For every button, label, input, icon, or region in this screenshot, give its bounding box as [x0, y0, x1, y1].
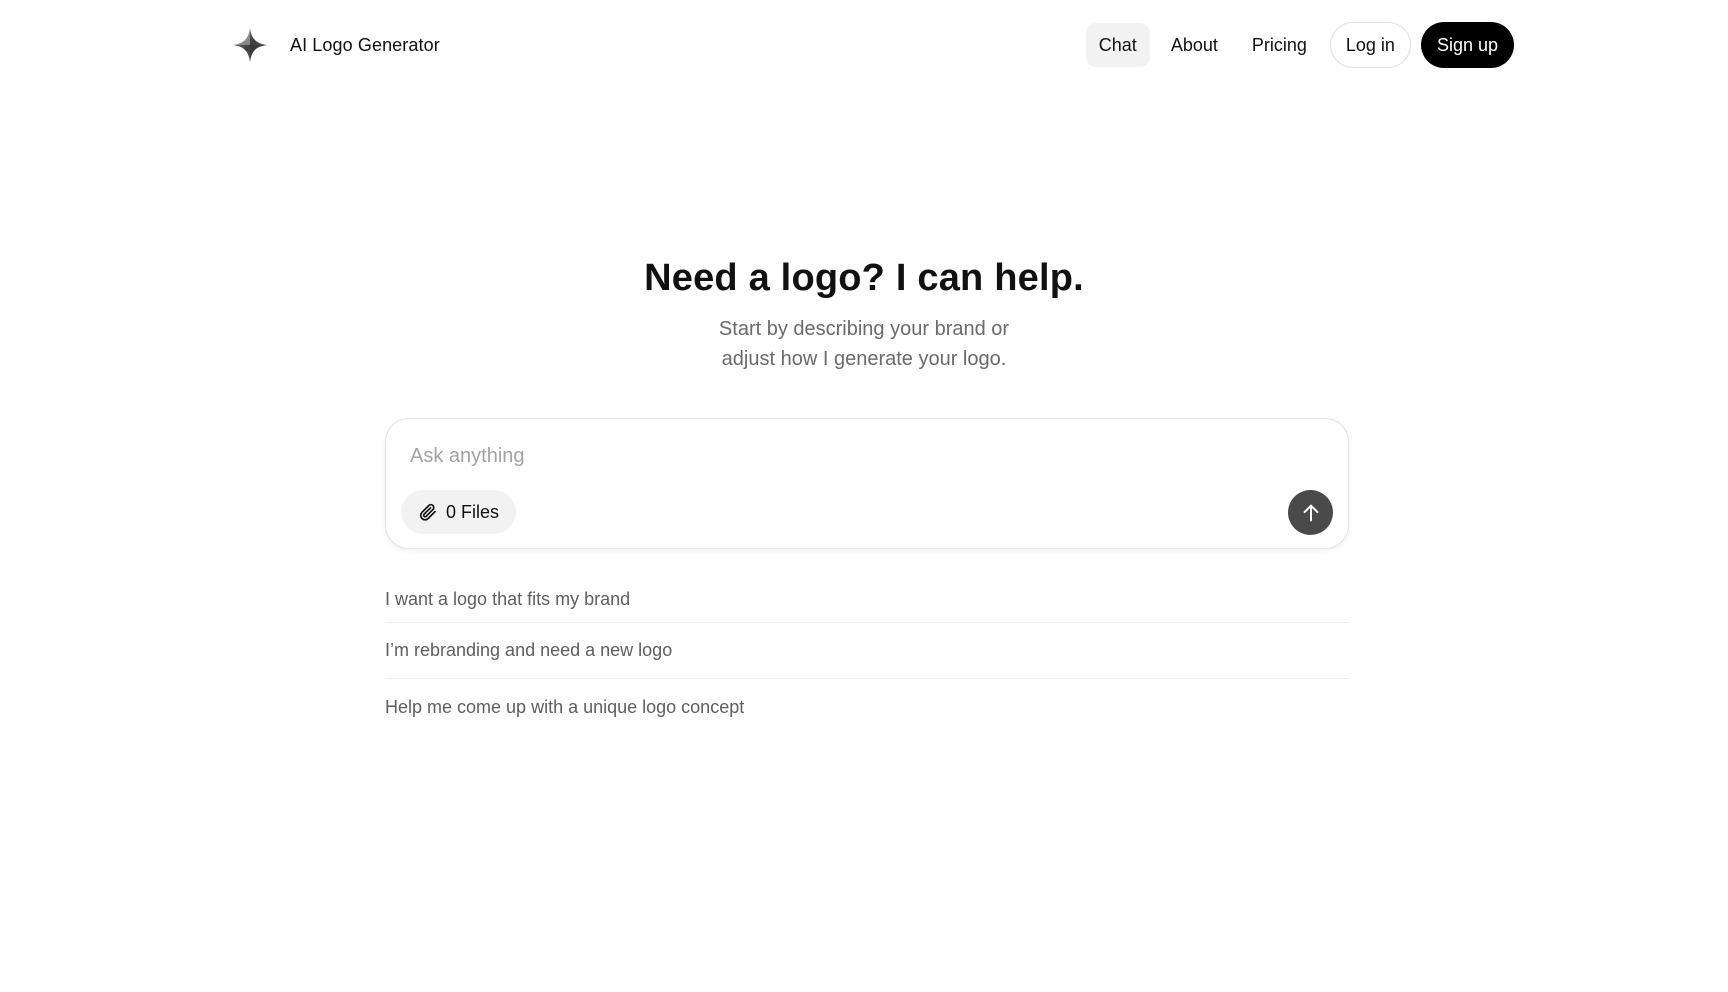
- send-button[interactable]: [1288, 490, 1333, 535]
- attach-files-button[interactable]: 0 Files: [401, 490, 517, 534]
- subtitle-line-2: adjust how I generate your logo.: [721, 348, 1007, 370]
- sparkle-star-icon: [233, 28, 267, 62]
- page: AI Logo Generator Chat About Pricing Log…: [0, 0, 1728, 992]
- chat-composer: 0 Files: [385, 418, 1349, 549]
- brand[interactable]: AI Logo Generator: [232, 24, 440, 66]
- nav-chat[interactable]: Chat: [1085, 23, 1150, 67]
- signup-button[interactable]: Sign up: [1420, 22, 1514, 68]
- nav-about[interactable]: About: [1158, 23, 1231, 67]
- main-nav: Chat About Pricing Log in Sign up: [1085, 22, 1514, 68]
- login-button[interactable]: Log in: [1329, 22, 1411, 68]
- suggestion-item[interactable]: I’m rebranding and need a new logo: [385, 623, 1349, 679]
- paperclip-icon: [419, 503, 436, 521]
- arrow-up-icon: [1303, 504, 1318, 521]
- subtitle-line-1: Start by describing your brand or: [718, 318, 1010, 340]
- suggestion-item[interactable]: Help me come up with a unique logo conce…: [385, 679, 1349, 735]
- suggestion-list: I want a logo that fits my brand I’m reb…: [385, 575, 1349, 735]
- chat-input[interactable]: [410, 441, 1310, 471]
- top-header: AI Logo Generator Chat About Pricing Log…: [0, 0, 1728, 90]
- files-count-label: 0 Files: [446, 501, 500, 522]
- page-title: Need a logo? I can help.: [644, 257, 1084, 299]
- nav-pricing[interactable]: Pricing: [1239, 23, 1320, 67]
- brand-name: AI Logo Generator: [290, 34, 440, 55]
- suggestion-item[interactable]: I want a logo that fits my brand: [385, 575, 1349, 623]
- page-subtitle: Start by describing your brand or adjust…: [0, 314, 1728, 374]
